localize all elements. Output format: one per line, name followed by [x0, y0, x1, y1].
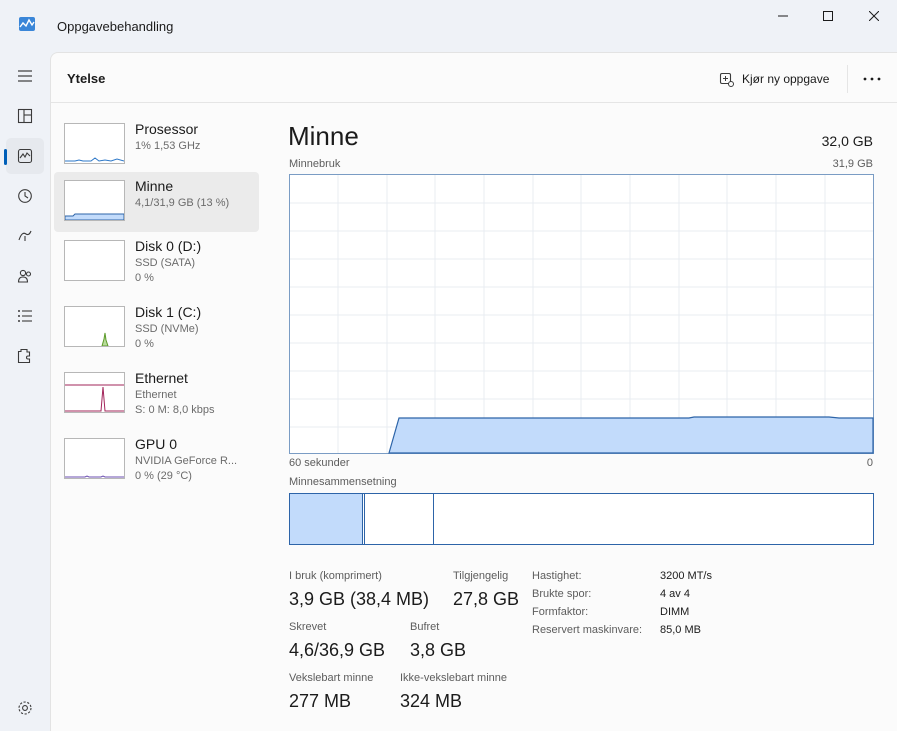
nav-settings[interactable] — [6, 690, 44, 726]
nav-users[interactable] — [6, 258, 44, 294]
device-usage: 0 % (29 °C) — [135, 470, 192, 482]
speed-value: 3200 MT/s — [660, 570, 712, 582]
nav-menu-button[interactable] — [6, 58, 44, 94]
run-new-task-button[interactable]: Kjør ny oppgave — [719, 67, 829, 91]
maximize-icon — [823, 11, 833, 21]
memory-usage-label: Minnebruk — [289, 158, 341, 170]
settings-icon — [18, 701, 32, 715]
header-divider — [847, 65, 848, 93]
available-label: Tilgjengelig — [453, 570, 509, 582]
disk1-thumbnail-graph — [64, 306, 125, 347]
more-options-button[interactable] — [857, 67, 887, 91]
form-factor-value: DIMM — [660, 606, 690, 618]
device-usage: S: 0 M: 8,0 kbps — [135, 404, 215, 416]
gpu-thumbnail-graph — [64, 438, 125, 479]
device-item-cpu[interactable]: Prosessor 1% 1,53 GHz — [54, 115, 259, 175]
processes-icon — [17, 108, 33, 124]
memory-title: Minne — [288, 121, 359, 151]
device-name: GPU 0 — [135, 436, 178, 452]
cpu-thumbnail-graph — [64, 123, 125, 164]
device-name: Disk 1 (C:) — [135, 304, 202, 320]
close-icon — [869, 11, 879, 21]
page-header: Ytelse Kjør ny oppgave — [51, 53, 897, 103]
memory-usage-area — [388, 416, 874, 454]
details-icon — [18, 310, 32, 322]
device-name: Minne — [135, 178, 174, 194]
device-item-disk0[interactable]: Disk 0 (D:) SSD (SATA) 0 % — [54, 232, 259, 292]
services-icon — [17, 348, 31, 364]
history-icon — [18, 189, 32, 203]
device-detail: 1% 1,53 GHz — [135, 140, 201, 152]
memory-thumbnail-graph — [64, 180, 125, 221]
maximize-button[interactable] — [805, 0, 851, 32]
device-name: Disk 0 (D:) — [135, 238, 202, 254]
speed-label: Hastighet: — [532, 570, 582, 582]
device-item-gpu[interactable]: GPU 0 NVIDIA GeForce R... 0 % (29 °C) — [54, 430, 259, 490]
nonpaged-pool-value: 324 MB — [400, 691, 463, 711]
device-usage: 0 % — [135, 272, 154, 284]
nav-services[interactable] — [6, 338, 44, 374]
cached-value: 3,8 GB — [410, 640, 467, 660]
graph-axis-end-label: 0 — [866, 457, 873, 469]
graph-axis-start-label: 60 sekunder — [289, 457, 350, 469]
composition-standby-segment — [365, 494, 434, 544]
memory-usage-graph — [289, 174, 874, 454]
paged-pool-value: 277 MB — [289, 691, 352, 711]
run-new-task-label: Kjør ny oppgave — [742, 72, 830, 86]
minimize-button[interactable] — [760, 0, 806, 32]
device-detail: SSD (NVMe) — [135, 323, 199, 335]
in-use-label: I bruk (komprimert) — [289, 570, 382, 582]
available-value: 27,8 GB — [453, 589, 520, 609]
hamburger-icon — [18, 70, 32, 82]
slots-used-value: 4 av 4 — [660, 588, 690, 600]
device-item-disk1[interactable]: Disk 1 (C:) SSD (NVMe) 0 % — [54, 298, 259, 358]
device-detail: 4,1/31,9 GB (13 %) — [135, 197, 230, 209]
performance-icon — [17, 148, 33, 164]
committed-value: 4,6/36,9 GB — [289, 640, 386, 660]
device-detail: SSD (SATA) — [135, 257, 196, 269]
memory-composition-label: Minnesammensetning — [289, 476, 397, 488]
users-icon — [17, 269, 32, 283]
run-task-icon — [719, 72, 734, 87]
more-options-icon — [863, 77, 881, 81]
title-bar: Oppgavebehandling — [0, 0, 897, 52]
startup-icon — [18, 230, 32, 241]
memory-total: 32,0 GB — [821, 133, 873, 149]
nav-performance[interactable] — [6, 138, 44, 174]
in-use-value: 3,9 GB (38,4 MB) — [289, 589, 430, 609]
device-usage: 0 % — [135, 338, 154, 350]
minimize-icon — [778, 15, 788, 17]
memory-composition-bar — [289, 493, 874, 545]
composition-in-use-segment — [290, 494, 363, 544]
paged-pool-label: Vekslebart minne — [289, 672, 374, 684]
task-manager-icon — [19, 17, 35, 31]
cached-label: Bufret — [410, 621, 440, 633]
active-nav-indicator — [4, 149, 7, 165]
device-detail: Ethernet — [135, 389, 177, 401]
nav-app-history[interactable] — [6, 178, 44, 214]
ethernet-thumbnail-graph — [64, 372, 125, 413]
content-panel: Ytelse Kjør ny oppgave Prosessor 1% 1,53… — [50, 52, 897, 731]
device-name: Prosessor — [135, 121, 199, 137]
device-name: Ethernet — [135, 370, 188, 386]
page-title: Ytelse — [67, 71, 106, 86]
hardware-reserved-value: 85,0 MB — [660, 624, 701, 636]
device-detail: NVIDIA GeForce R... — [135, 455, 238, 467]
disk0-thumbnail-graph — [64, 240, 125, 281]
nav-processes[interactable] — [6, 98, 44, 134]
window-title: Oppgavebehandling — [57, 19, 174, 34]
hardware-reserved-label: Reservert maskinvare: — [532, 624, 643, 636]
slots-used-label: Brukte spor: — [532, 588, 592, 600]
nonpaged-pool-label: Ikke-vekslebart minne — [400, 672, 507, 684]
committed-label: Skrevet — [289, 621, 327, 633]
device-item-memory[interactable]: Minne 4,1/31,9 GB (13 %) — [54, 172, 259, 232]
device-item-ethernet[interactable]: Ethernet Ethernet S: 0 M: 8,0 kbps — [54, 364, 259, 424]
close-button[interactable] — [851, 0, 897, 32]
navigation-rail — [0, 52, 50, 731]
memory-usage-max: 31,9 GB — [832, 158, 873, 170]
nav-startup[interactable] — [6, 218, 44, 254]
nav-details[interactable] — [6, 298, 44, 334]
form-factor-label: Formfaktor: — [532, 606, 589, 618]
